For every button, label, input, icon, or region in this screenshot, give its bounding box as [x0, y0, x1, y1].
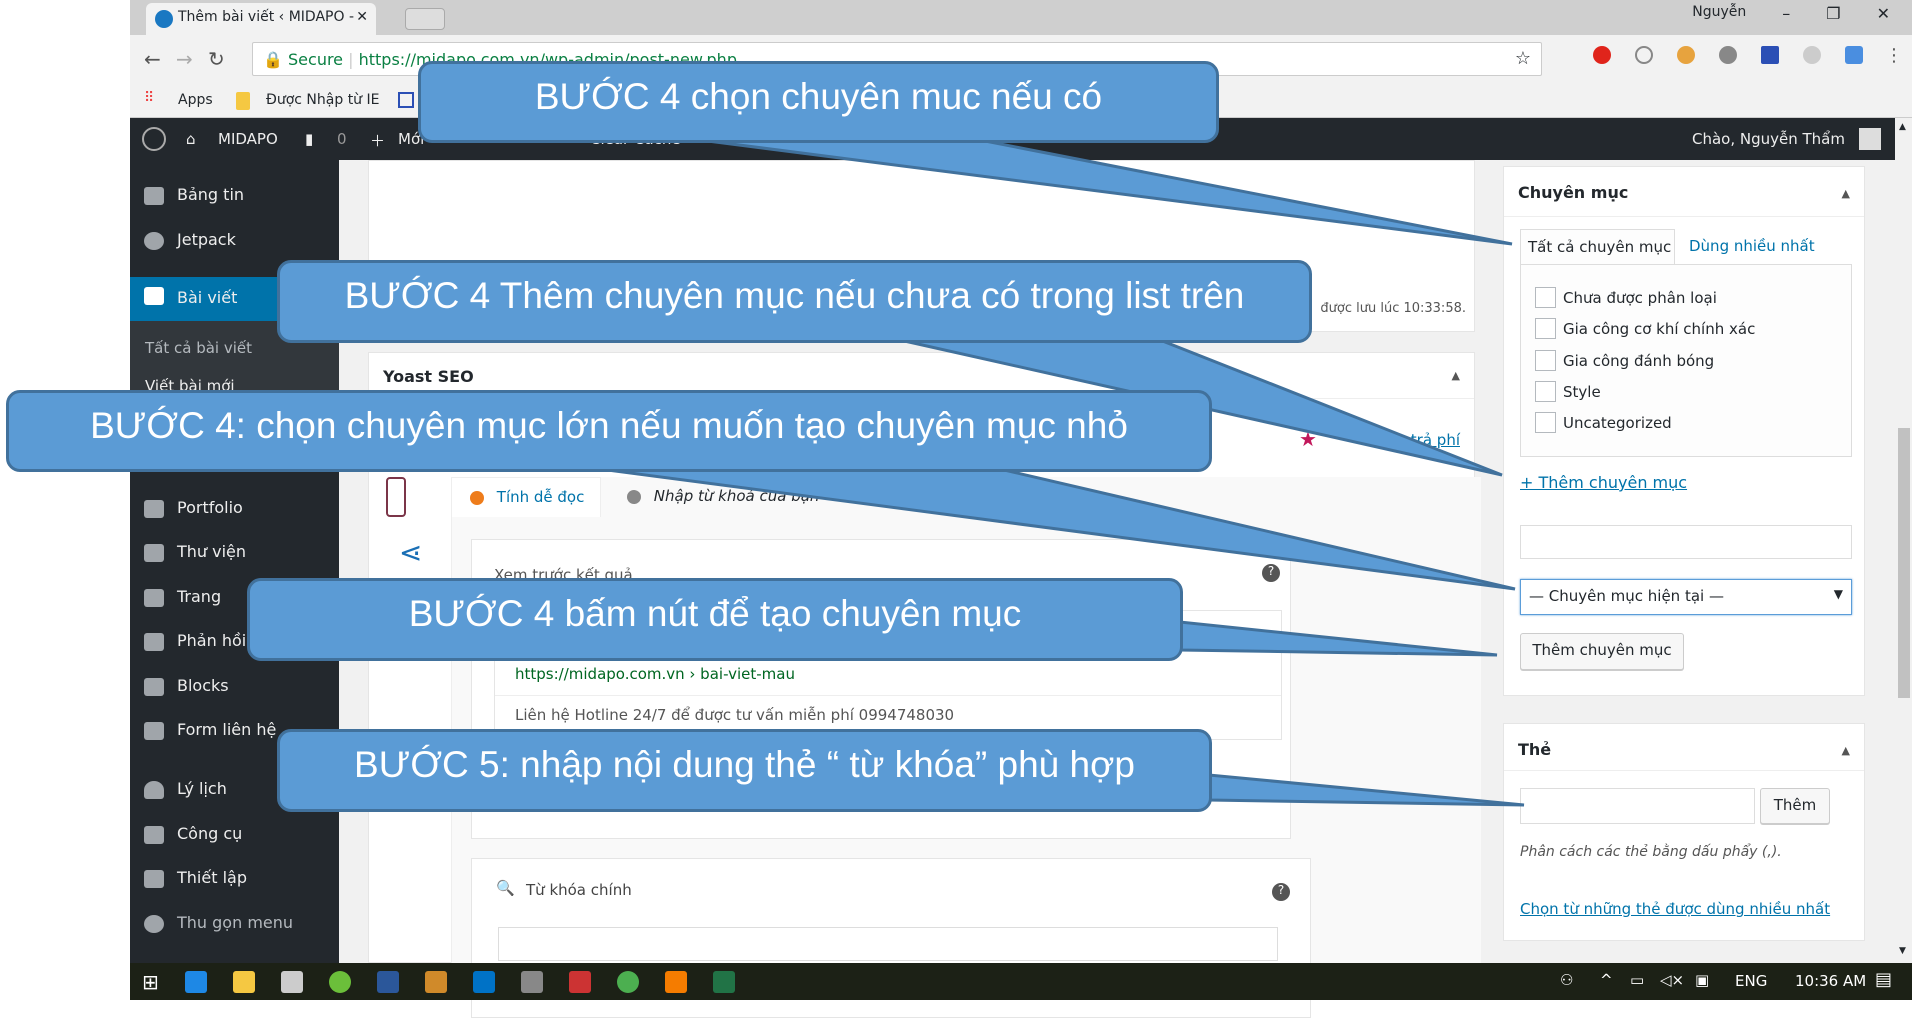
- callout-tails: [599, 138, 1525, 807]
- callout-step4-add-category: BƯỚC 4 Thêm chuyên mục nếu chưa có trong…: [277, 260, 1312, 343]
- callout-step4-choose-category: BƯỚC 4 chọn chuyên muc nếu có: [418, 61, 1219, 143]
- callout-step4-click-button: BƯỚC 4 bấm nút để tạo chuyên mục: [247, 578, 1183, 661]
- callout-tail-5: [1207, 773, 1525, 807]
- callout-tail-1: [699, 138, 1513, 246]
- callout-tail-3: [599, 467, 1516, 591]
- callout-step4-parent-category: BƯỚC 4: chọn chuyên mục lớn nếu muốn tạo…: [6, 390, 1212, 472]
- callout-tail-4: [1178, 620, 1498, 657]
- callout-step5-tags: BƯỚC 5: nhập nội dung thẻ “ từ khóa” phù…: [277, 729, 1212, 812]
